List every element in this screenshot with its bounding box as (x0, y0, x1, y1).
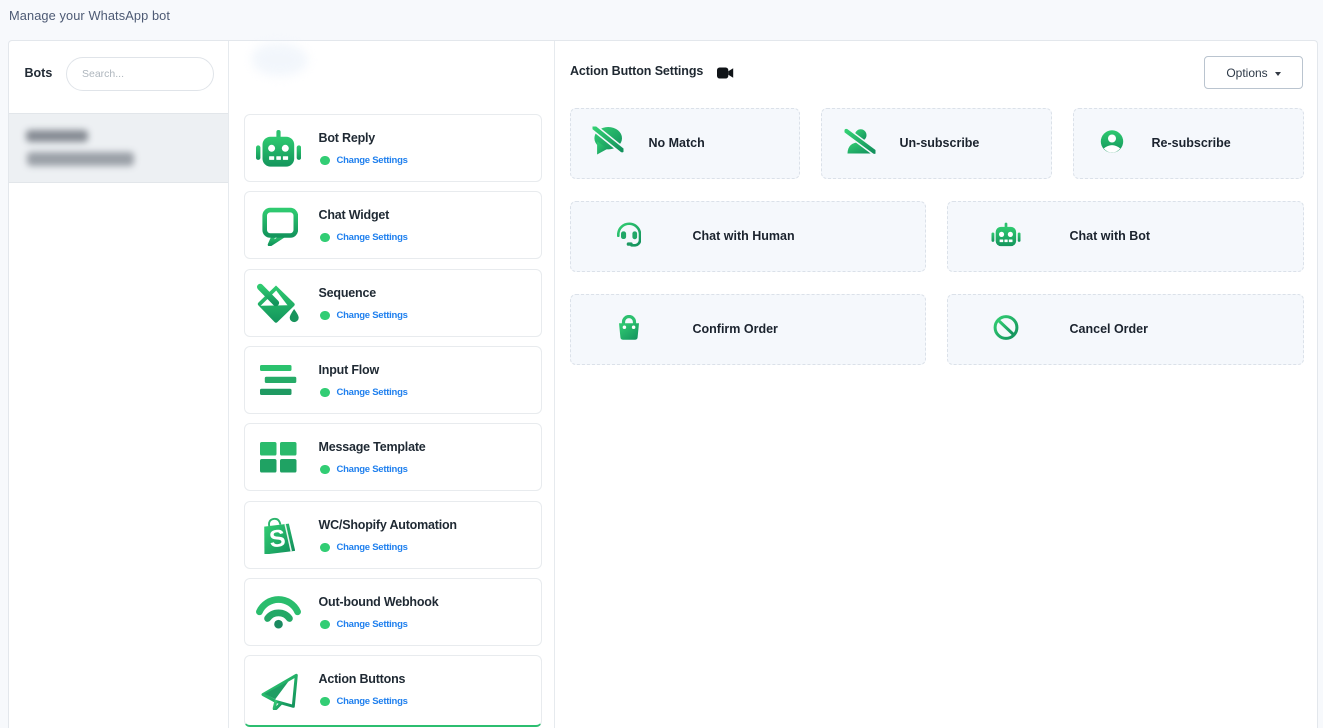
svg-text:S: S (268, 524, 287, 553)
